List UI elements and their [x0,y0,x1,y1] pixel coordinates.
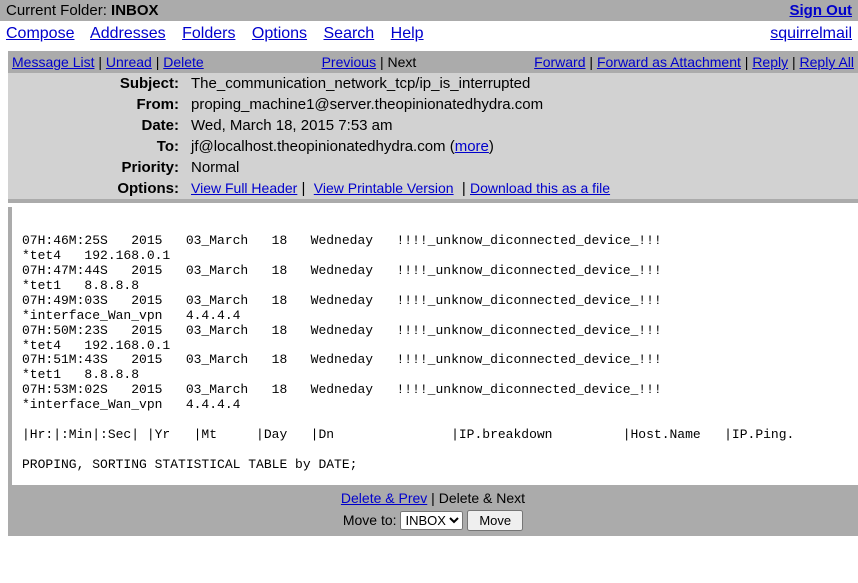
previous-link[interactable]: Previous [322,54,376,70]
delete-link[interactable]: Delete [163,54,203,70]
move-to-label: Move to: [343,512,397,528]
to-more-link[interactable]: more [455,138,489,155]
move-button[interactable]: Move [467,510,523,531]
addresses-link[interactable]: Addresses [90,25,166,42]
download-file-link[interactable]: Download this as a file [470,180,610,196]
priority-label: Priority: [8,157,185,178]
view-printable-link[interactable]: View Printable Version [314,180,454,196]
compose-link[interactable]: Compose [6,25,74,42]
subject-value: The_communication_network_tcp/ip_is_inte… [185,73,858,94]
forward-link[interactable]: Forward [534,54,585,70]
delete-next-text: Delete & Next [439,490,525,506]
priority-value: Normal [185,157,858,178]
current-folder-label: Current Folder: INBOX [6,2,159,19]
unread-link[interactable]: Unread [106,54,152,70]
move-to-select[interactable]: INBOX [400,511,463,530]
message-list-link[interactable]: Message List [12,54,94,70]
forward-attachment-link[interactable]: Forward as Attachment [597,54,741,70]
reply-link[interactable]: Reply [752,54,788,70]
help-link[interactable]: Help [391,25,424,42]
view-full-header-link[interactable]: View Full Header [191,180,297,196]
to-value: jf@localhost.theopinionatedhydra.com (mo… [185,136,858,157]
from-label: From: [8,94,185,115]
next-text: Next [387,54,416,70]
date-value: Wed, March 18, 2015 7:53 am [185,115,858,136]
date-label: Date: [8,115,185,136]
subject-label: Subject: [8,73,185,94]
from-value: proping_machine1@server.theopinionatedhy… [185,94,858,115]
options-label: Options: [8,178,185,199]
sign-out-link[interactable]: Sign Out [790,2,853,19]
options-link[interactable]: Options [252,25,307,42]
search-link[interactable]: Search [324,25,375,42]
to-label: To: [8,136,185,157]
reply-all-link[interactable]: Reply All [800,54,854,70]
message-body: 07H:46M:25S 2015 03_March 18 Wedneday !!… [8,207,858,485]
delete-prev-link[interactable]: Delete & Prev [341,490,427,506]
brand-link[interactable]: squirrelmail [770,25,852,42]
folders-link[interactable]: Folders [182,25,235,42]
